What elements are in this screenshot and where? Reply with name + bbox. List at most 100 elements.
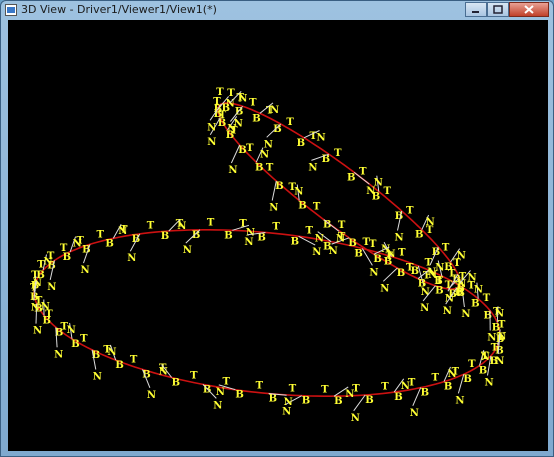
window-title: 3D View - Driver1/Viewer1/View1(*)	[21, 3, 217, 16]
normal-label: N	[216, 387, 225, 398]
normal-label: N	[374, 178, 383, 189]
normal-label: N	[308, 162, 317, 173]
normal-label: N	[244, 237, 253, 248]
app-window: 3D View - Driver1/Viewer1/View1(*) TBNTB…	[0, 0, 554, 457]
3d-viewport[interactable]: TBNTBNTBNTBNTBNTBNTBNTBNTBNTBNTBNTBNTBNT…	[8, 20, 548, 451]
binormal-label: B	[115, 360, 123, 371]
normal-label: N	[93, 372, 102, 383]
binormal-label: B	[471, 299, 479, 310]
normal-label: N	[47, 282, 56, 293]
tangent-label: T	[432, 373, 440, 384]
normal-label: N	[401, 381, 410, 392]
normal-label: N	[270, 105, 279, 116]
binormal-label: B	[172, 378, 180, 389]
normal-label: N	[207, 137, 216, 148]
binormal-label: B	[495, 345, 503, 356]
normal-label: N	[495, 308, 504, 319]
tangent-label: T	[406, 262, 414, 273]
binormal-label: B	[252, 113, 260, 124]
normal-label: N	[312, 247, 321, 258]
tangent-label: T	[227, 88, 235, 99]
curve-scene[interactable]: TBNT BNTBNTBNTBNTBNTBNTBNTBNTBNTB NTBNTBNT…	[8, 20, 548, 451]
normal-label: N	[227, 124, 236, 135]
tangent-label: T	[398, 248, 406, 259]
close-button[interactable]	[509, 2, 549, 17]
tangent-label: T	[286, 117, 294, 128]
normal-label: N	[207, 122, 216, 133]
maximize-button[interactable]	[487, 2, 509, 17]
tangent-label: T	[223, 376, 231, 387]
normal-label: N	[238, 93, 247, 104]
tangent-label: T	[321, 384, 329, 395]
normal-label: N	[455, 395, 464, 406]
tangent-label: T	[334, 148, 342, 159]
binormal-label: B	[444, 382, 452, 393]
binormal-label: B	[275, 181, 283, 192]
normal-label: N	[33, 326, 42, 337]
normal-label: N	[73, 239, 82, 250]
normal-label: N	[177, 221, 186, 232]
tangent-label: T	[363, 237, 371, 248]
binormal-label: B	[235, 106, 243, 117]
title-bar[interactable]: 3D View - Driver1/Viewer1/View1(*)	[1, 1, 553, 19]
binormal-label: B	[269, 394, 277, 405]
tangent-label: T	[369, 239, 377, 250]
binormal-label: B	[463, 374, 471, 385]
tangent-label: T	[468, 359, 476, 370]
tangent-label: T	[80, 333, 88, 344]
frenet-frames: TBNT BNTBNTBNTBNTBNTBNTBNTBNTBNTB NTBNTBNT…	[30, 87, 506, 424]
tangent-label: T	[483, 293, 491, 304]
binormal-label: B	[484, 311, 492, 322]
normal-label: N	[395, 233, 404, 244]
binormal-label: B	[297, 138, 305, 149]
tangent-label: T	[289, 383, 297, 394]
binormal-label: B	[395, 211, 403, 222]
maximize-icon	[493, 5, 503, 14]
normal-label: N	[481, 352, 490, 363]
normal-label: N	[345, 389, 354, 400]
normal-label: N	[159, 367, 168, 378]
binormal-label: B	[238, 145, 246, 156]
binormal-label: B	[415, 230, 423, 241]
binormal-label: B	[444, 262, 452, 273]
tangent-label: T	[338, 220, 346, 231]
normal-label: N	[107, 347, 116, 358]
binormal-label: B	[373, 254, 381, 265]
normal-label: N	[474, 285, 483, 296]
binormal-label: B	[43, 316, 51, 327]
normal-label: N	[147, 390, 156, 401]
binormal-label: B	[354, 249, 362, 260]
binormal-label: B	[421, 388, 429, 399]
tangent-label: T	[381, 381, 389, 392]
binormal-label: B	[71, 339, 79, 350]
normal-label: N	[127, 253, 136, 264]
binormal-label: B	[348, 238, 356, 249]
normal-label: N	[67, 325, 76, 336]
minimize-button[interactable]	[465, 2, 487, 17]
tangent-label: T	[190, 370, 198, 381]
binormal-label: B	[394, 392, 402, 403]
normal-label: N	[282, 407, 291, 418]
normal-label: N	[228, 165, 237, 176]
normal-label: N	[315, 234, 324, 245]
normal-label: N	[426, 217, 435, 228]
normal-label: N	[380, 283, 389, 294]
normal-label: N	[294, 187, 303, 198]
tangent-label: T	[359, 166, 367, 177]
normal-label: N	[410, 408, 419, 419]
normal-label: N	[443, 306, 452, 317]
normal-label: N	[54, 349, 63, 360]
tangent-label: T	[272, 221, 280, 232]
normal-label: N	[485, 378, 494, 389]
binormal-label: B	[479, 366, 487, 377]
normal-label: N	[495, 356, 504, 367]
large-loop-curve	[33, 229, 501, 397]
tangent-label: T	[249, 98, 257, 109]
normal-label: N	[269, 203, 278, 214]
normal-label: N	[420, 303, 429, 314]
tangent-label: T	[147, 221, 155, 232]
tangent-label: T	[313, 202, 321, 213]
normal-label: N	[351, 413, 360, 424]
binormal-label: B	[435, 286, 443, 297]
tangent-label: T	[207, 218, 215, 229]
